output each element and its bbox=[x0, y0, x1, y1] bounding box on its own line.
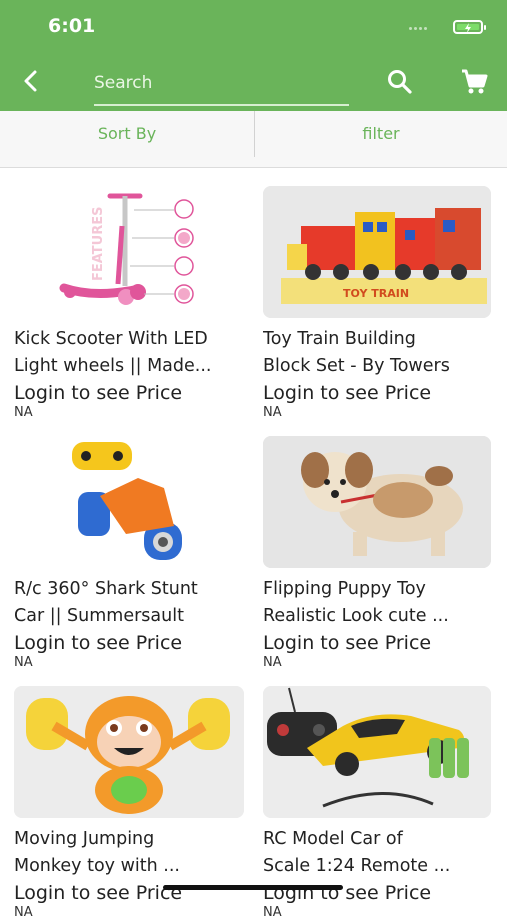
product-na-label: NA bbox=[263, 905, 282, 920]
product-title: Flipping Puppy Toy Realistic Look cute .… bbox=[263, 576, 503, 630]
app-header: 6:01 bbox=[0, 0, 507, 111]
product-image-puppy bbox=[263, 436, 491, 568]
cart-icon[interactable] bbox=[460, 68, 488, 96]
product-title: R/c 360° Shark Stunt Car || Summersault bbox=[14, 576, 254, 630]
status-time: 6:01 bbox=[48, 15, 96, 37]
product-title: Kick Scooter With LED Light wheels || Ma… bbox=[14, 326, 254, 380]
product-title-line: R/c 360° Shark Stunt bbox=[14, 579, 198, 599]
filter-button[interactable]: filter bbox=[255, 111, 507, 167]
price-login-text[interactable]: Login to see Price bbox=[14, 630, 254, 656]
product-grid: FEATURES Kick Scooter With LED Light whe… bbox=[0, 168, 507, 920]
product-na-label: NA bbox=[14, 405, 33, 420]
price-login-text[interactable]: Login to see Price bbox=[14, 880, 254, 906]
product-image-train: TOY TRAIN bbox=[263, 186, 491, 318]
product-title-line: Monkey toy with ... bbox=[14, 856, 180, 876]
product-title: RC Model Car of Scale 1:24 Remote ... bbox=[263, 826, 503, 880]
scooter-features-text: FEATURES bbox=[91, 207, 106, 282]
search-field[interactable] bbox=[94, 64, 349, 108]
train-box-text: TOY TRAIN bbox=[343, 287, 409, 300]
product-title: Toy Train Building Block Set - By Towers bbox=[263, 326, 503, 380]
product-na-label: NA bbox=[263, 405, 282, 420]
battery-icon bbox=[453, 20, 486, 34]
product-title-line: Kick Scooter With LED bbox=[14, 329, 208, 349]
back-arrow-icon[interactable] bbox=[18, 68, 44, 94]
product-title: Moving Jumping Monkey toy with ... bbox=[14, 826, 254, 880]
product-na-label: NA bbox=[14, 905, 33, 920]
product-card[interactable]: R/c 360° Shark Stunt Car || Summersault … bbox=[14, 436, 254, 670]
price-login-text[interactable]: Login to see Price bbox=[14, 380, 254, 406]
signal-icon bbox=[409, 27, 429, 31]
sort-filter-bar: Sort By filter bbox=[0, 111, 507, 168]
home-indicator bbox=[163, 885, 343, 890]
product-na-label: NA bbox=[14, 655, 33, 670]
sort-by-button[interactable]: Sort By bbox=[0, 111, 254, 167]
price-login-text[interactable]: Login to see Price bbox=[263, 630, 503, 656]
search-underline bbox=[94, 104, 349, 106]
product-title-line: RC Model Car of bbox=[263, 829, 403, 849]
product-title-line: Car || Summersault bbox=[14, 606, 184, 626]
product-title-line: Block Set - By Towers bbox=[263, 356, 450, 376]
price-login-text[interactable]: Login to see Price bbox=[263, 880, 503, 906]
product-card[interactable]: Flipping Puppy Toy Realistic Look cute .… bbox=[263, 436, 503, 670]
product-na-label: NA bbox=[263, 655, 282, 670]
product-title-line: Scale 1:24 Remote ... bbox=[263, 856, 451, 876]
search-icon[interactable] bbox=[386, 68, 414, 96]
product-title-line: Toy Train Building bbox=[263, 329, 416, 349]
product-image-stunt-car bbox=[14, 436, 248, 568]
product-title-line: Flipping Puppy Toy bbox=[263, 579, 426, 599]
product-image-monkey bbox=[14, 686, 244, 818]
product-image-scooter: FEATURES bbox=[14, 186, 248, 318]
product-title-line: Realistic Look cute ... bbox=[263, 606, 449, 626]
product-title-line: Light wheels || Made... bbox=[14, 356, 212, 376]
product-image-rc-car bbox=[263, 686, 491, 818]
product-card[interactable]: FEATURES Kick Scooter With LED Light whe… bbox=[14, 186, 254, 420]
product-card[interactable]: TOY TRAIN Toy Train Building Block Set -… bbox=[263, 186, 503, 420]
product-title-line: Moving Jumping bbox=[14, 829, 155, 849]
search-input[interactable] bbox=[94, 68, 344, 98]
price-login-text[interactable]: Login to see Price bbox=[263, 380, 503, 406]
